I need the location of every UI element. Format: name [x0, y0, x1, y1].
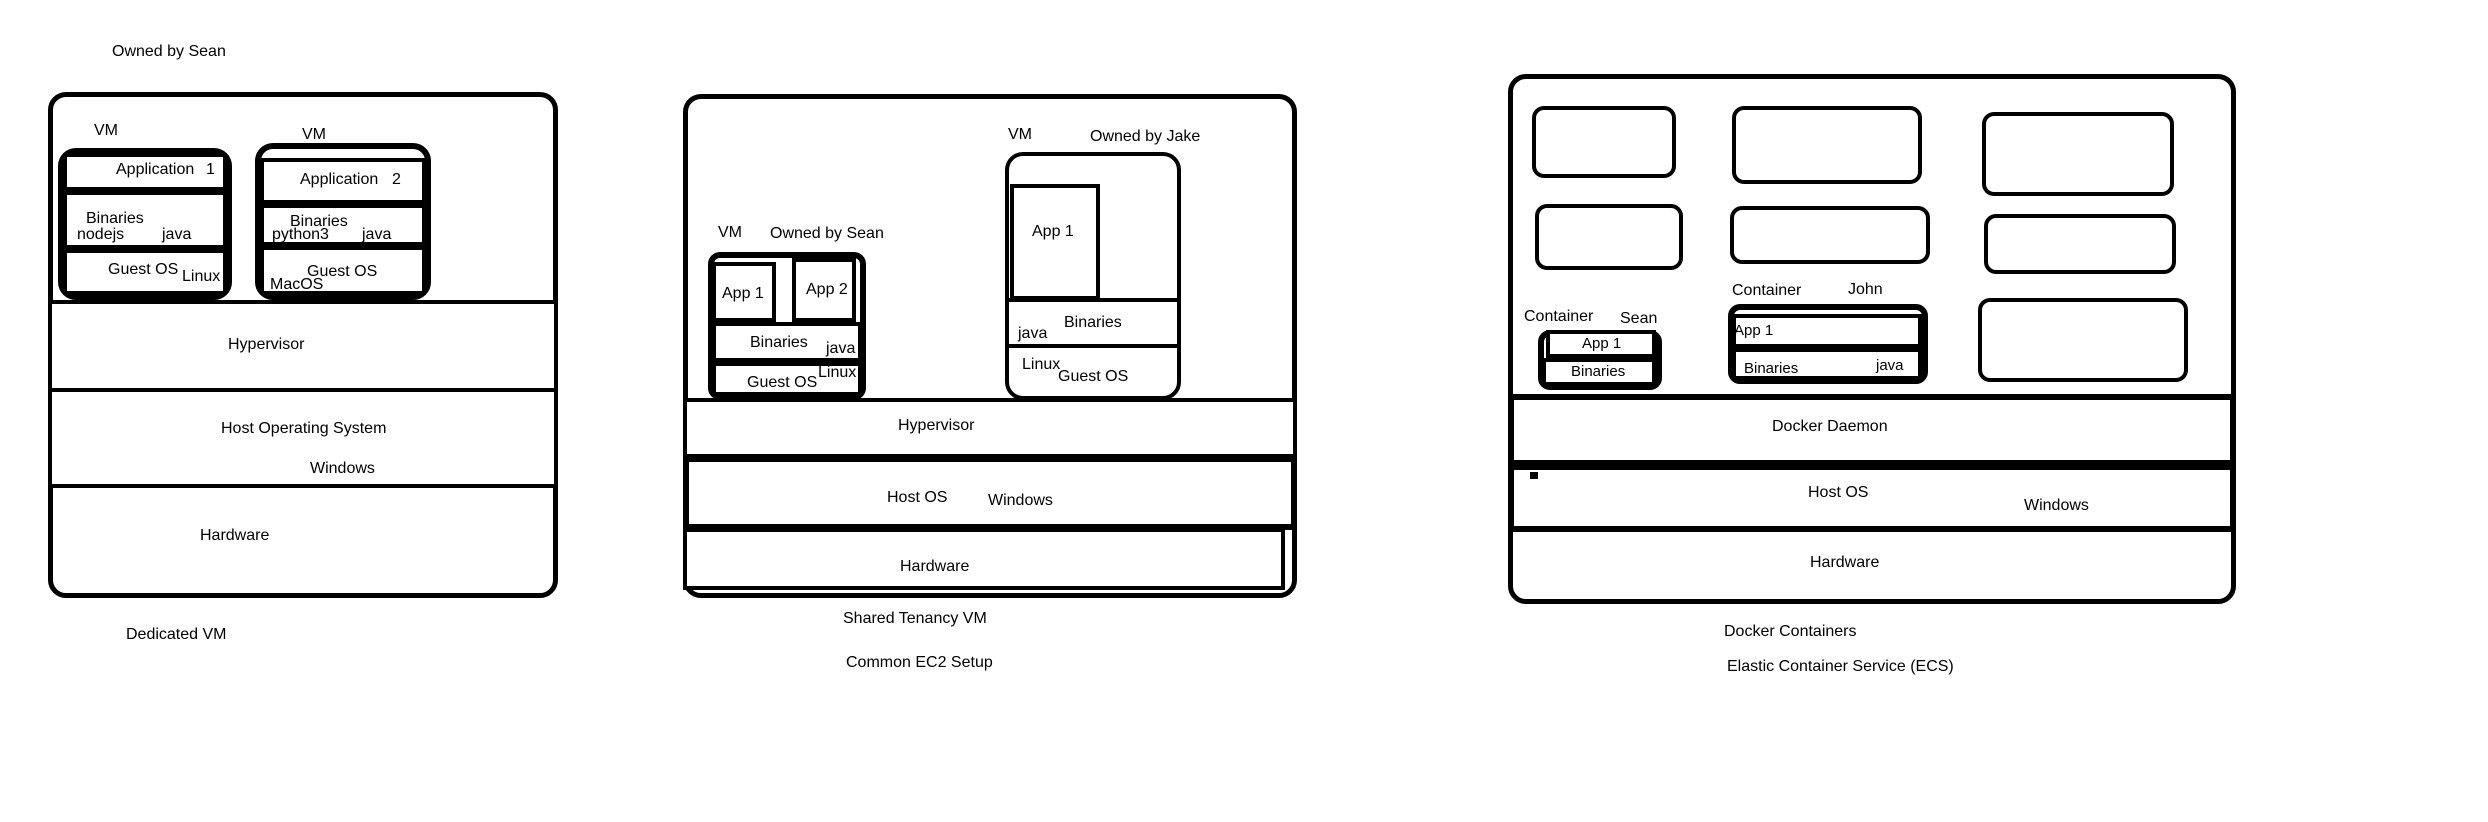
vm2-lang-java: java	[362, 226, 392, 243]
vm1-lang-nodejs: nodejs	[77, 226, 125, 243]
vm2-lang-java: java	[1018, 325, 1048, 342]
caption-common-ec2: Common EC2 Setup	[846, 654, 993, 671]
owner-label: Owned by Sean	[112, 43, 226, 60]
vm1-app2-label: App 2	[806, 281, 848, 298]
vm1-lang-java: java	[162, 226, 192, 243]
caption-docker-containers: Docker Containers	[1724, 623, 1857, 640]
vm2-os-linux: Linux	[1022, 356, 1061, 373]
hardware-label: Hardware	[1810, 554, 1880, 571]
vm2-lang-python3: python3	[272, 226, 329, 243]
vm2-app1-box	[1010, 184, 1100, 300]
marker-dot	[1530, 472, 1538, 479]
hypervisor-layer	[683, 398, 1297, 458]
container-slot	[1535, 204, 1683, 270]
vm1-owner-label: Owned by Sean	[770, 225, 884, 242]
host-os-label: Host OS	[887, 489, 948, 506]
vm1-os-linux: Linux	[818, 364, 857, 381]
container-slot	[1978, 298, 2188, 382]
vm2-label: VM	[302, 126, 326, 143]
container2-binaries-label: Binaries	[1744, 360, 1799, 377]
vm1-lang-java: java	[826, 340, 856, 357]
container2-label: Container	[1732, 282, 1802, 299]
vm1-os-linux: Linux	[182, 268, 221, 285]
hardware-label: Hardware	[900, 558, 970, 575]
vm1-label: VM	[718, 224, 742, 241]
vm2-owner-label: Owned by Jake	[1090, 128, 1201, 145]
container1-binaries-label: Binaries	[1571, 363, 1626, 380]
host-os-layer	[48, 388, 558, 488]
container-slot	[1532, 106, 1676, 178]
vm1-app1-label: App 1	[722, 285, 764, 302]
caption-shared-tenancy: Shared Tenancy VM	[843, 610, 987, 627]
hypervisor-label: Hypervisor	[898, 417, 975, 434]
vm2-binaries-label: Binaries	[1064, 314, 1122, 331]
vm2-os-macos: MacOS	[270, 276, 324, 293]
vm1-guest-os-label: Guest OS	[747, 374, 818, 391]
host-os-windows: Windows	[310, 460, 375, 477]
vm1-guest-os-label: Guest OS	[108, 261, 179, 278]
container2-lang-java: java	[1876, 357, 1904, 374]
vm1-binaries-label: Binaries	[750, 334, 808, 351]
vm2-app1-label: App 1	[1032, 223, 1074, 240]
container1-owner-label: Sean	[1620, 310, 1658, 327]
container-slot	[1984, 214, 2176, 274]
hardware-label: Hardware	[200, 527, 270, 544]
vm2-application-number: 2	[392, 171, 401, 188]
container2-owner-label: John	[1848, 281, 1883, 298]
vm1-label: VM	[94, 122, 118, 139]
container-slot	[1732, 106, 1922, 184]
host-os-windows: Windows	[988, 492, 1053, 509]
vm2-guest-os-label: Guest OS	[1058, 368, 1129, 385]
caption-dedicated-vm: Dedicated VM	[126, 626, 227, 643]
caption-ecs: Elastic Container Service (ECS)	[1727, 658, 1954, 675]
container1-label: Container	[1524, 308, 1594, 325]
vm1-application-number: 1	[206, 161, 215, 178]
vm2-label: VM	[1008, 126, 1032, 143]
vm1-application-label: Application	[116, 161, 195, 178]
container-slot	[1982, 112, 2174, 196]
host-os-label: Host OS	[1808, 484, 1869, 501]
container1-app-label: App 1	[1582, 335, 1622, 352]
docker-daemon-label: Docker Daemon	[1772, 418, 1888, 435]
hardware-layer	[683, 528, 1285, 590]
host-os-windows: Windows	[2024, 497, 2089, 514]
host-os-layer	[1508, 464, 2236, 532]
hypervisor-label: Hypervisor	[228, 336, 305, 353]
container2-app-label: App 1	[1734, 322, 1774, 339]
container-slot	[1730, 206, 1930, 264]
vm2-application-label: Application	[300, 171, 379, 188]
host-os-label: Host Operating System	[221, 420, 387, 437]
